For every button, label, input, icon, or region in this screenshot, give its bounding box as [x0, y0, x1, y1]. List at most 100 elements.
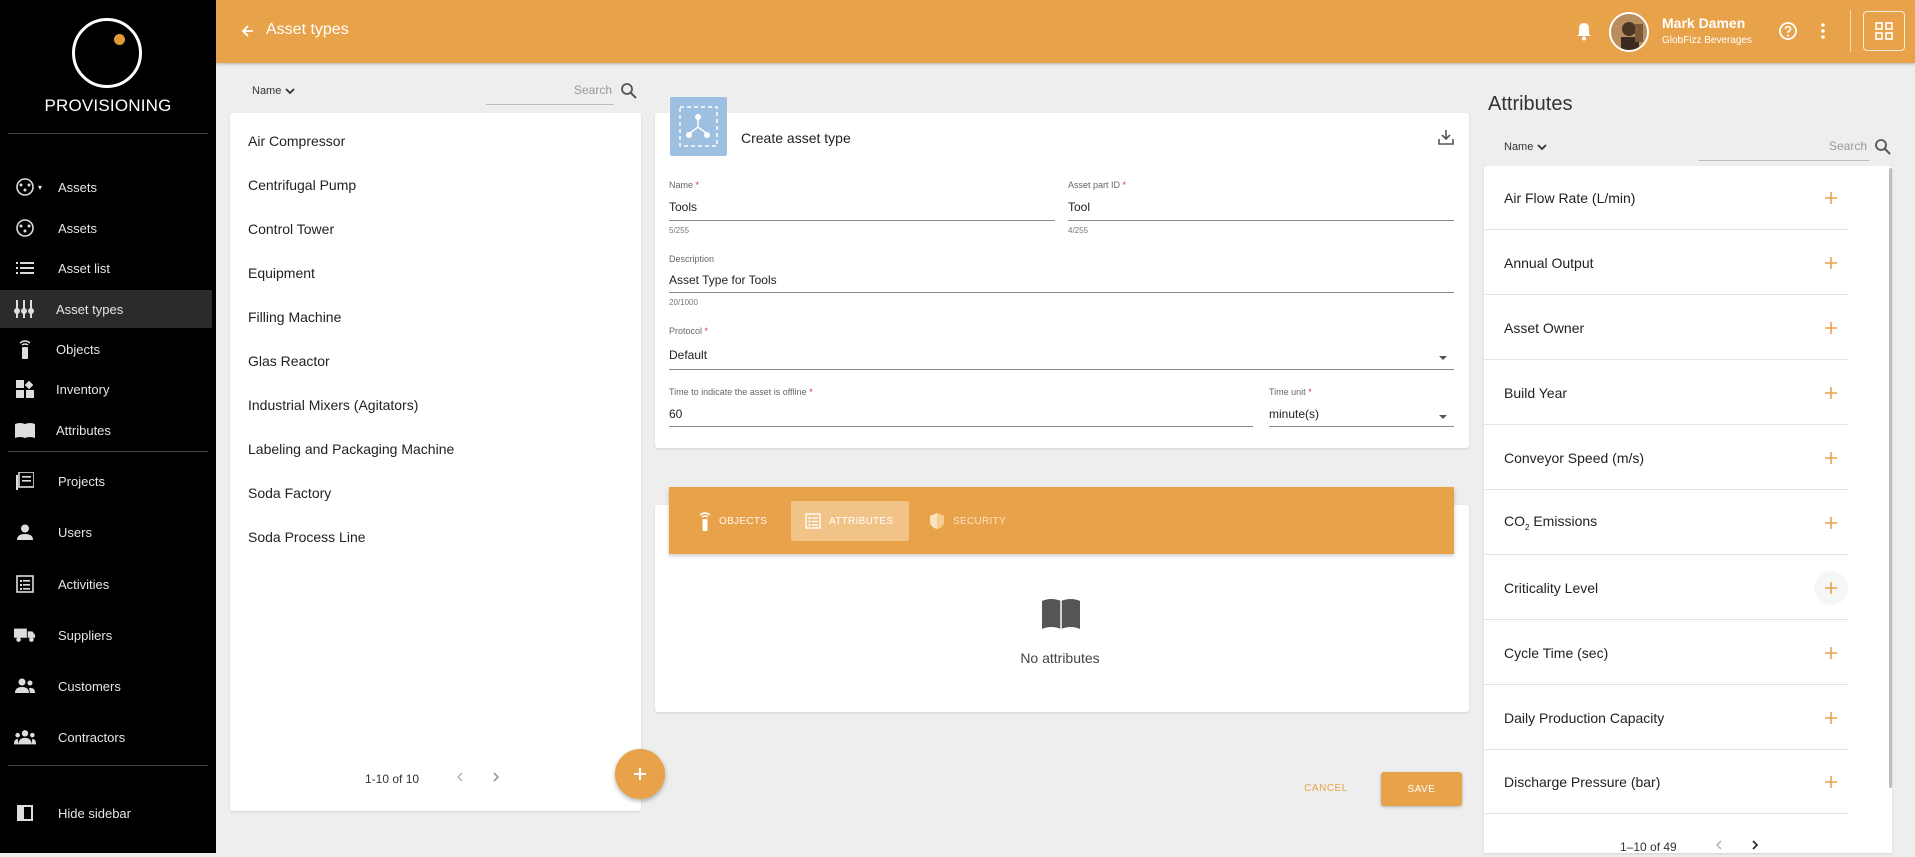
list-item[interactable]: Glas Reactor — [248, 353, 330, 369]
sidebar-item-attributes[interactable]: Attributes — [0, 411, 212, 449]
time-unit-select[interactable]: minute(s) — [1269, 407, 1454, 421]
dropdown-arrow-icon[interactable] — [1437, 350, 1449, 368]
sidebar-item-label: Activities — [58, 576, 110, 592]
asset-part-id-field[interactable]: Tool — [1068, 200, 1454, 214]
empty-state-text: No attributes — [1020, 650, 1100, 666]
asset-type-image-placeholder[interactable] — [670, 97, 727, 156]
customers-icon — [14, 675, 36, 697]
tab-security[interactable]: SECURITY — [929, 501, 1019, 541]
sidebar-item-label: Inventory — [56, 381, 110, 397]
attributes-sort-dropdown[interactable]: Name — [1504, 141, 1548, 153]
sidebar-item-label: Projects — [58, 473, 105, 489]
name-field[interactable]: Tools — [669, 200, 1055, 214]
list-item[interactable]: Soda Factory — [248, 485, 331, 501]
page-title: Asset types — [266, 21, 349, 38]
sidebar-item-objects[interactable]: Objects — [0, 330, 212, 368]
prev-page-icon[interactable] — [1712, 838, 1726, 857]
list-item[interactable]: Air Compressor — [248, 133, 345, 149]
sidebar-toggle-icon — [14, 802, 36, 824]
list-item[interactable]: Filling Machine — [248, 309, 341, 325]
list-sort-dropdown[interactable]: Name — [252, 85, 296, 97]
search-icon[interactable] — [620, 82, 638, 100]
sidebar-item-contractors[interactable]: Contractors — [0, 718, 212, 756]
sort-label: Name — [1504, 141, 1534, 153]
download-icon[interactable] — [1436, 127, 1456, 152]
book-icon — [14, 419, 36, 441]
sidebar-item-assets-group[interactable]: ▾ Assets — [0, 168, 212, 206]
notification-bell-icon[interactable] — [1572, 19, 1596, 43]
chevron-down-icon — [1537, 144, 1547, 151]
attributes-pagination-range: 1–10 of 49 — [1620, 840, 1677, 854]
user-avatar[interactable] — [1609, 12, 1649, 52]
save-button[interactable]: SAVE — [1381, 772, 1462, 806]
sidebar-item-label: Contractors — [58, 729, 126, 745]
more-vert-icon[interactable] — [1812, 20, 1834, 42]
list-item[interactable]: Industrial Mixers (Agitators) — [248, 397, 418, 413]
offline-time-field[interactable]: 60 — [669, 407, 1253, 421]
sidebar-item-activities[interactable]: Activities — [0, 565, 212, 603]
sidebar-item-users[interactable]: Users — [0, 513, 212, 551]
add-attribute-icon[interactable] — [1822, 449, 1840, 467]
attribute-item[interactable]: Annual Output — [1484, 231, 1848, 295]
sidebar-item-asset-types[interactable]: Asset types — [0, 290, 212, 328]
add-attribute-icon[interactable] — [1822, 709, 1840, 727]
sidebar-item-inventory[interactable]: Inventory — [0, 370, 212, 408]
description-underline — [669, 292, 1454, 293]
hide-sidebar-button[interactable]: Hide sidebar — [0, 794, 212, 832]
toolbar-divider — [1850, 10, 1851, 52]
help-icon[interactable] — [1777, 20, 1799, 42]
attribute-item[interactable]: Conveyor Speed (m/s) — [1484, 426, 1848, 490]
attribute-item[interactable]: Build Year — [1484, 361, 1848, 425]
add-attribute-icon[interactable] — [1822, 189, 1840, 207]
plus-icon — [634, 768, 646, 780]
sidebar-item-label: Asset list — [58, 260, 111, 276]
contractors-icon — [14, 726, 36, 748]
sensor-icon — [14, 338, 36, 360]
attribute-item[interactable]: Air Flow Rate (L/min) — [1484, 166, 1848, 230]
attribute-item[interactable]: Cycle Time (sec) — [1484, 621, 1848, 685]
attribute-item[interactable]: CO2 Emissions — [1484, 491, 1848, 555]
attributes-search-input[interactable]: Search — [1699, 139, 1869, 161]
attribute-item[interactable]: Daily Production Capacity — [1484, 686, 1848, 750]
attribute-item[interactable]: Discharge Pressure (bar) — [1484, 750, 1848, 814]
list-item[interactable]: Control Tower — [248, 221, 334, 237]
protocol-select[interactable]: Default — [669, 348, 1454, 362]
next-page-icon[interactable] — [489, 770, 503, 789]
description-char-counter: 20/1000 — [669, 298, 698, 307]
add-attribute-icon[interactable] — [1822, 254, 1840, 272]
attributes-scrollbar[interactable] — [1889, 168, 1892, 788]
dropdown-arrow-icon[interactable] — [1437, 409, 1449, 427]
cancel-button[interactable]: CANCEL — [1294, 772, 1358, 804]
list-item[interactable]: Soda Process Line — [248, 529, 366, 545]
back-arrow-icon[interactable] — [238, 20, 260, 42]
asset-part-id-label: Asset part ID * — [1068, 180, 1127, 190]
add-attribute-icon[interactable] — [1822, 384, 1840, 402]
prev-page-icon[interactable] — [453, 770, 467, 789]
search-placeholder: Search — [1828, 139, 1867, 153]
description-field[interactable]: Asset Type for Tools — [669, 273, 1454, 287]
sidebar-item-suppliers[interactable]: Suppliers — [0, 616, 212, 654]
list-search-input[interactable]: Search — [486, 83, 614, 105]
sidebar-item-customers[interactable]: Customers — [0, 667, 212, 705]
add-asset-type-button[interactable] — [615, 749, 665, 799]
add-attribute-icon[interactable] — [1822, 319, 1840, 337]
list-item[interactable]: Equipment — [248, 265, 315, 281]
search-icon[interactable] — [1874, 138, 1892, 156]
add-attribute-icon[interactable] — [1814, 570, 1848, 605]
add-attribute-icon[interactable] — [1822, 644, 1840, 662]
sidebar-item-asset-list[interactable]: Asset list — [0, 249, 212, 287]
list-item[interactable]: Labeling and Packaging Machine — [248, 441, 454, 457]
apps-grid-button[interactable] — [1863, 11, 1905, 51]
attribute-item[interactable]: Criticality Level — [1484, 556, 1848, 620]
tab-attributes[interactable]: ATTRIBUTES — [791, 501, 909, 541]
offline-time-underline — [669, 426, 1253, 427]
add-attribute-icon[interactable] — [1822, 514, 1840, 532]
next-page-icon[interactable] — [1748, 838, 1762, 857]
list-item[interactable]: Centrifugal Pump — [248, 177, 356, 193]
tab-objects[interactable]: OBJECTS — [699, 501, 783, 541]
add-attribute-icon[interactable] — [1822, 773, 1840, 791]
sidebar-item-assets[interactable]: Assets — [0, 209, 212, 247]
asset-types-icon — [14, 298, 36, 320]
attribute-item[interactable]: Asset Owner — [1484, 296, 1848, 360]
sidebar-item-projects[interactable]: Projects — [0, 462, 212, 500]
